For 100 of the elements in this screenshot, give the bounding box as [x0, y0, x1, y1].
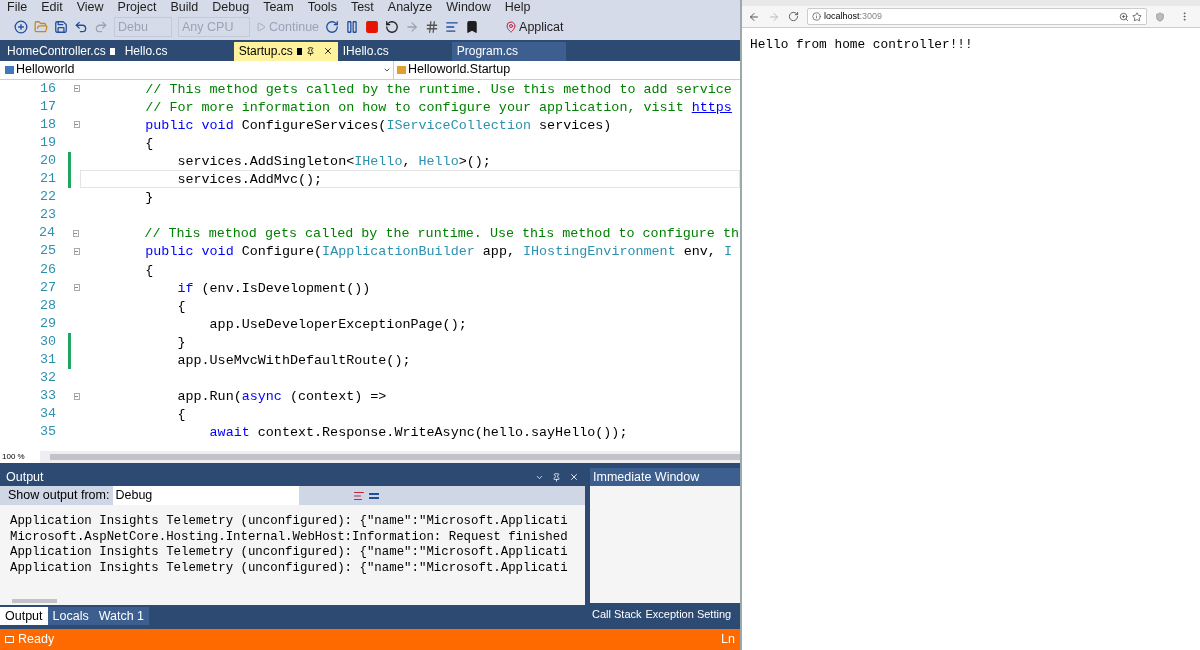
back-icon[interactable]: [748, 10, 760, 23]
code-line: {: [176, 298, 186, 314]
line-number: 26: [38, 260, 56, 279]
panel-tab[interactable]: Locals: [47, 607, 94, 626]
panel-tab[interactable]: Call Stack: [592, 605, 642, 623]
address-bar[interactable]: localhost:3009: [807, 8, 1147, 25]
project-icon: [5, 65, 14, 74]
extension-icon[interactable]: [1155, 11, 1165, 22]
code-line: services.AddMvc();: [176, 172, 323, 188]
line-number: 21: [38, 170, 56, 189]
horizontal-scrollbar[interactable]: [12, 599, 57, 604]
menu-item[interactable]: Tools: [307, 0, 337, 17]
collapse-icon[interactable]: [73, 392, 80, 400]
class-dropdown[interactable]: Helloworld.Startup: [394, 60, 740, 79]
menu-item[interactable]: Project: [117, 0, 157, 17]
line-number: 18: [38, 115, 56, 134]
pin-icon[interactable]: [552, 472, 561, 482]
menu-item[interactable]: Team: [263, 0, 294, 17]
line-number: 16: [38, 79, 56, 98]
collapse-icon[interactable]: [72, 229, 80, 237]
menu-item[interactable]: Debug: [212, 0, 250, 17]
output-line: Application Insights Telemetry (unconfigured): {"name":"Microsoft.Applicati: [10, 545, 568, 561]
menu-item[interactable]: View: [76, 0, 104, 17]
hash-icon[interactable]: [425, 19, 440, 34]
bookmark-icon[interactable]: [465, 19, 480, 34]
line-number: 33: [38, 387, 56, 406]
menu-item[interactable]: Test: [350, 0, 374, 17]
horizontal-scrollbar[interactable]: [50, 454, 740, 461]
save-icon[interactable]: [54, 19, 68, 34]
file-tab[interactable]: Startup.cs: [233, 41, 338, 61]
code-line: app.Run(async (context) =>: [176, 389, 387, 405]
code-line: {: [144, 135, 154, 151]
menu-item[interactable]: Edit: [41, 0, 63, 17]
class-icon: [397, 65, 406, 74]
collapse-icon[interactable]: [73, 247, 80, 255]
line-number: 31: [38, 351, 56, 369]
code-line: public void ConfigureServices(IServiceCollection services): [144, 117, 612, 133]
code-line: if (env.IsDevelopment()): [176, 280, 371, 296]
modified-icon: [109, 47, 115, 55]
zoom-icon[interactable]: [1119, 11, 1129, 22]
new-icon[interactable]: [14, 19, 28, 34]
modified-icon: [296, 47, 302, 55]
line-number: 27: [38, 278, 56, 297]
collapse-icon[interactable]: [73, 121, 80, 129]
project-dropdown[interactable]: Helloworld: [0, 60, 394, 79]
stop-icon[interactable]: [365, 19, 380, 34]
restart-icon[interactable]: [385, 19, 400, 34]
panel-tab[interactable]: Exception Setting: [645, 605, 732, 623]
pin-icon: [505, 20, 518, 33]
reload-icon[interactable]: [788, 11, 799, 22]
target-button[interactable]: Applicat: [505, 17, 564, 37]
menu-item[interactable]: Build: [170, 0, 199, 17]
refresh-icon[interactable]: [325, 19, 340, 34]
output-line: Application Insights Telemetry (unconfigured): {"name":"Microsoft.Applicati: [10, 514, 568, 530]
line-number: 35: [38, 423, 56, 442]
line-number: 29: [38, 314, 56, 333]
menu-item[interactable]: Analyze: [387, 0, 433, 17]
line-number: 30: [38, 332, 56, 351]
url-text: localhost:3009: [824, 9, 884, 23]
line-number: 34: [38, 405, 56, 424]
menu-item[interactable]: File: [7, 0, 28, 17]
code-line: // This method gets called by the runtime. Use this method to configure th: [143, 226, 739, 242]
code-line: }: [176, 334, 186, 350]
clear-icon[interactable]: [353, 489, 366, 502]
pin-icon[interactable]: [305, 46, 315, 56]
bookmark-star-icon[interactable]: [1132, 11, 1142, 22]
wrap-icon[interactable]: [369, 492, 380, 499]
pause-icon[interactable]: [345, 19, 360, 34]
code-line: }: [144, 190, 154, 206]
code-line: await context.Response.WriteAsync(hello.sayHello());: [208, 425, 628, 441]
page-text: Hello from home controller!!!: [750, 37, 973, 52]
code-line: // This method gets called by the runtime. Use this method to add service: [144, 81, 732, 97]
code-line: app.UseMvcWithDefaultRoute();: [176, 353, 411, 368]
close-icon[interactable]: [569, 472, 579, 483]
collapse-icon[interactable]: [73, 85, 80, 93]
output-line: Microsoft.AspNetCore.Hosting.Internal.WebHost:Information: Request finished: [10, 529, 568, 546]
play-icon: [256, 21, 266, 32]
code-line: {: [176, 407, 186, 423]
folder-icon[interactable]: [34, 19, 48, 34]
menu-item[interactable]: Help: [504, 0, 531, 17]
panel-title: Output: [6, 468, 44, 486]
collapse-icon[interactable]: [73, 284, 80, 292]
undo-icon[interactable]: [74, 19, 88, 34]
line-number: 32: [38, 369, 56, 388]
file-tab[interactable]: Program.cs: [451, 41, 566, 61]
line-number: 17: [38, 97, 56, 116]
code-line: public void Configure(IApplicationBuilder app, IHostingEnvironment env, I: [144, 244, 732, 260]
panel-tab[interactable]: Output: [0, 607, 48, 626]
format-icon[interactable]: [445, 19, 460, 34]
close-icon[interactable]: [322, 46, 333, 57]
panel-tab[interactable]: Watch 1: [93, 607, 150, 626]
output-line: Application Insights Telemetry (unconfigured): {"name":"Microsoft.Applicati: [10, 560, 568, 577]
zoom-dropdown[interactable]: 100 %: [0, 451, 40, 464]
panel-title: Immediate Window: [593, 468, 700, 486]
status-text: Ready: [18, 631, 55, 649]
menu-item[interactable]: Window: [446, 0, 491, 17]
output-source-dropdown[interactable]: Debug: [113, 486, 300, 506]
line-number: 22: [38, 188, 56, 207]
code-line: services.AddSingleton<IHello, Hello>();: [176, 153, 491, 169]
field-label: Show output from:: [8, 487, 110, 505]
